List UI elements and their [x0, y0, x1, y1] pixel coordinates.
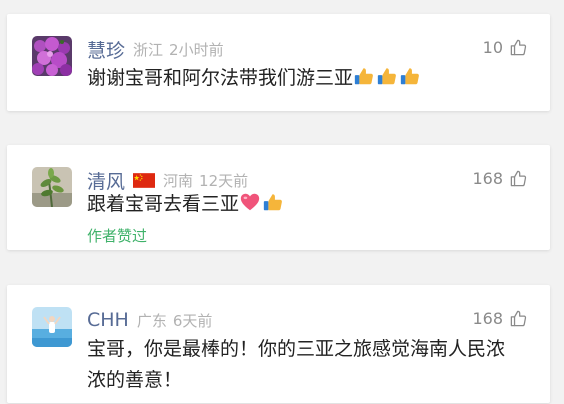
commenter-name[interactable]: 慧珍	[87, 36, 125, 63]
like-button[interactable]: 168	[472, 169, 528, 188]
china-flag-icon	[133, 172, 156, 188]
commenter-name[interactable]: CHH	[87, 309, 129, 331]
thumb-up-icon	[510, 310, 527, 327]
thumbs-up-emoji	[263, 194, 282, 211]
author-liked-badge: 作者赞过	[87, 227, 148, 245]
comment-meta: 河南 12天前	[163, 170, 248, 191]
comment-card: 清风 河南 12天前 168 跟着宝哥去看三亚 作者赞过	[7, 145, 550, 250]
thumbs-up-emoji	[377, 68, 396, 85]
comment-body: 跟着宝哥去看三亚	[87, 193, 240, 215]
like-button[interactable]: 168	[472, 309, 528, 328]
comment-time: 2小时前	[169, 40, 224, 59]
comment-time: 12天前	[199, 171, 249, 190]
thumbs-up-emoji	[354, 68, 373, 85]
comment-body: 谢谢宝哥和阿尔法带我们游三亚	[87, 67, 354, 89]
comment-header: CHH 广东 6天前	[87, 308, 212, 332]
comment-header: 慧珍 浙江 2小时前	[87, 36, 224, 63]
comment-meta: 浙江 2小时前	[133, 39, 224, 60]
heart-emoji	[240, 193, 260, 211]
comment-body: 宝哥，你是最棒的！你的三亚之旅感觉海南人民浓浓的善意！	[87, 338, 506, 391]
avatar[interactable]	[32, 307, 72, 347]
comment-time: 6天前	[172, 311, 213, 330]
comment-card: CHH 广东 6天前 168 宝哥，你是最棒的！你的三亚之旅感觉海南人民浓浓的善意…	[7, 285, 550, 403]
like-count: 10	[482, 38, 503, 57]
comment-text: 跟着宝哥去看三亚	[87, 189, 510, 220]
commenter-location: 广东	[136, 311, 167, 330]
like-count: 168	[472, 309, 503, 328]
commenter-location: 浙江	[133, 40, 164, 59]
comment-text: 谢谢宝哥和阿尔法带我们游三亚	[87, 63, 510, 94]
comment-card: 慧珍 浙江 2小时前 10 谢谢宝哥和阿尔法带我们游三亚	[7, 14, 550, 111]
avatar[interactable]	[32, 36, 72, 76]
like-button[interactable]: 10	[483, 38, 528, 57]
comment-text: 宝哥，你是最棒的！你的三亚之旅感觉海南人民浓浓的善意！	[87, 334, 510, 396]
thumb-up-icon	[510, 39, 527, 56]
thumb-up-icon	[510, 170, 527, 187]
thumbs-up-emoji	[400, 68, 419, 85]
like-count: 168	[472, 169, 503, 188]
commenter-location: 河南	[163, 171, 194, 190]
comment-meta: 广东 6天前	[137, 310, 213, 331]
avatar[interactable]	[32, 167, 72, 207]
